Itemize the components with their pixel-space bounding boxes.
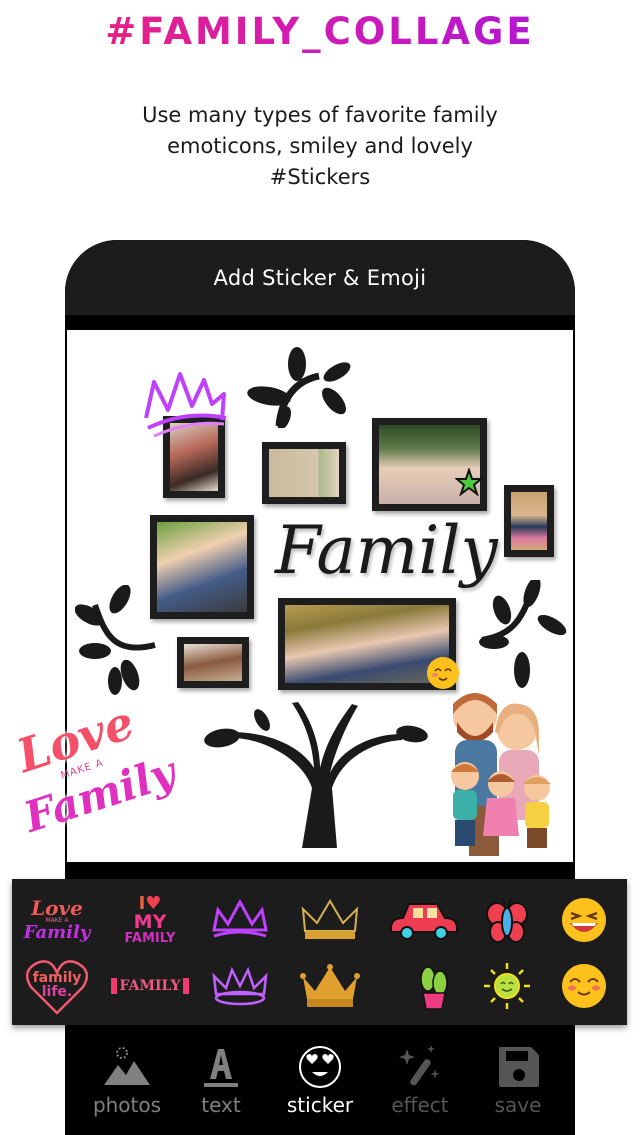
nav-text[interactable]: text (171, 1025, 271, 1135)
nav-photos-label: photos (92, 1093, 162, 1117)
floppy-disk-icon (499, 1047, 539, 1087)
sticker-butterfly[interactable] (467, 889, 547, 951)
sticker-gold-outline-crown[interactable] (290, 889, 370, 951)
nav-effect-label: effect (391, 1093, 449, 1117)
sticker-neon-crown-purple[interactable] (200, 889, 280, 951)
photo-frame-4[interactable] (504, 485, 554, 557)
sticker-text: FAMILY (110, 978, 190, 994)
nav-sticker-label: sticker (286, 1093, 354, 1117)
love-make-a-family-overlay-sticker[interactable]: Love MAKE A Family (8, 695, 182, 842)
sticker-blushing-emoji[interactable] (544, 955, 624, 1017)
magic-wand-icon (399, 1045, 440, 1086)
tree-trunk (204, 702, 428, 848)
nav-save[interactable]: save (468, 1025, 568, 1135)
nav-photos[interactable]: photos (77, 1025, 177, 1135)
sticker-i-love-my-family[interactable]: I♥ MY FAMILY (110, 889, 190, 951)
sticker-text: MY (133, 911, 167, 933)
sticker-red-car[interactable] (384, 889, 464, 951)
branch-leaves-right (479, 580, 567, 688)
photo-frame-3[interactable] (372, 418, 487, 511)
subtitle-line-1: Use many types of favorite family (142, 103, 498, 127)
sticker-text: FAMILY (124, 931, 176, 946)
sticker-text: life. (41, 984, 73, 1000)
sticker-neon-crown-pink[interactable] (200, 955, 280, 1017)
neon-crown-sticker[interactable] (140, 370, 232, 442)
cartoon-family-sticker[interactable] (439, 686, 564, 862)
mountain-sun-icon (104, 1047, 150, 1085)
nav-sticker[interactable]: sticker (270, 1025, 370, 1135)
sticker-cactus[interactable] (394, 955, 474, 1017)
heart-eyes-smiley-icon (299, 1046, 341, 1088)
text-a-icon (204, 1049, 238, 1087)
sticker-family-life-heart[interactable]: family life. (17, 955, 97, 1017)
star-sticker[interactable] (455, 468, 483, 496)
photo-frame-5[interactable] (150, 515, 254, 619)
subtitle-line-3: #Stickers (269, 165, 371, 189)
blush-smiley-sticker[interactable] (426, 656, 460, 690)
sticker-laughing-emoji[interactable] (544, 889, 624, 951)
sticker-text: Family (23, 922, 91, 943)
sticker-gold-crown[interactable] (290, 955, 370, 1017)
sticker-text: family (32, 970, 82, 986)
sticker-love-make-a-family[interactable]: Love MAKE A Family (17, 889, 97, 951)
family-word-art[interactable]: Family (275, 512, 498, 589)
sticker-text: Love (31, 896, 83, 920)
sticker-panel: Love MAKE A Family I♥ MY FAMILY family l… (12, 879, 627, 1025)
branch-leaves-left (75, 585, 156, 695)
photo-frame-2[interactable] (262, 442, 346, 504)
bottom-toolbar: photos text sticker effect save (65, 1025, 575, 1135)
nav-save-label: save (494, 1093, 542, 1117)
screen-title: Add Sticker & Emoji (65, 240, 575, 315)
subtitle: Use many types of favorite family emotic… (60, 100, 580, 193)
headline-title: #FAMILY_COLLAGE (0, 10, 640, 53)
sticker-sun[interactable] (467, 955, 547, 1017)
sticker-family-banner[interactable]: FAMILY (110, 955, 190, 1017)
subtitle-line-2: emoticons, smiley and lovely (167, 134, 473, 158)
branch-leaves-top (247, 347, 351, 428)
nav-text-label: text (201, 1093, 241, 1117)
photo-frame-6[interactable] (177, 637, 249, 688)
nav-effect[interactable]: effect (370, 1025, 470, 1135)
